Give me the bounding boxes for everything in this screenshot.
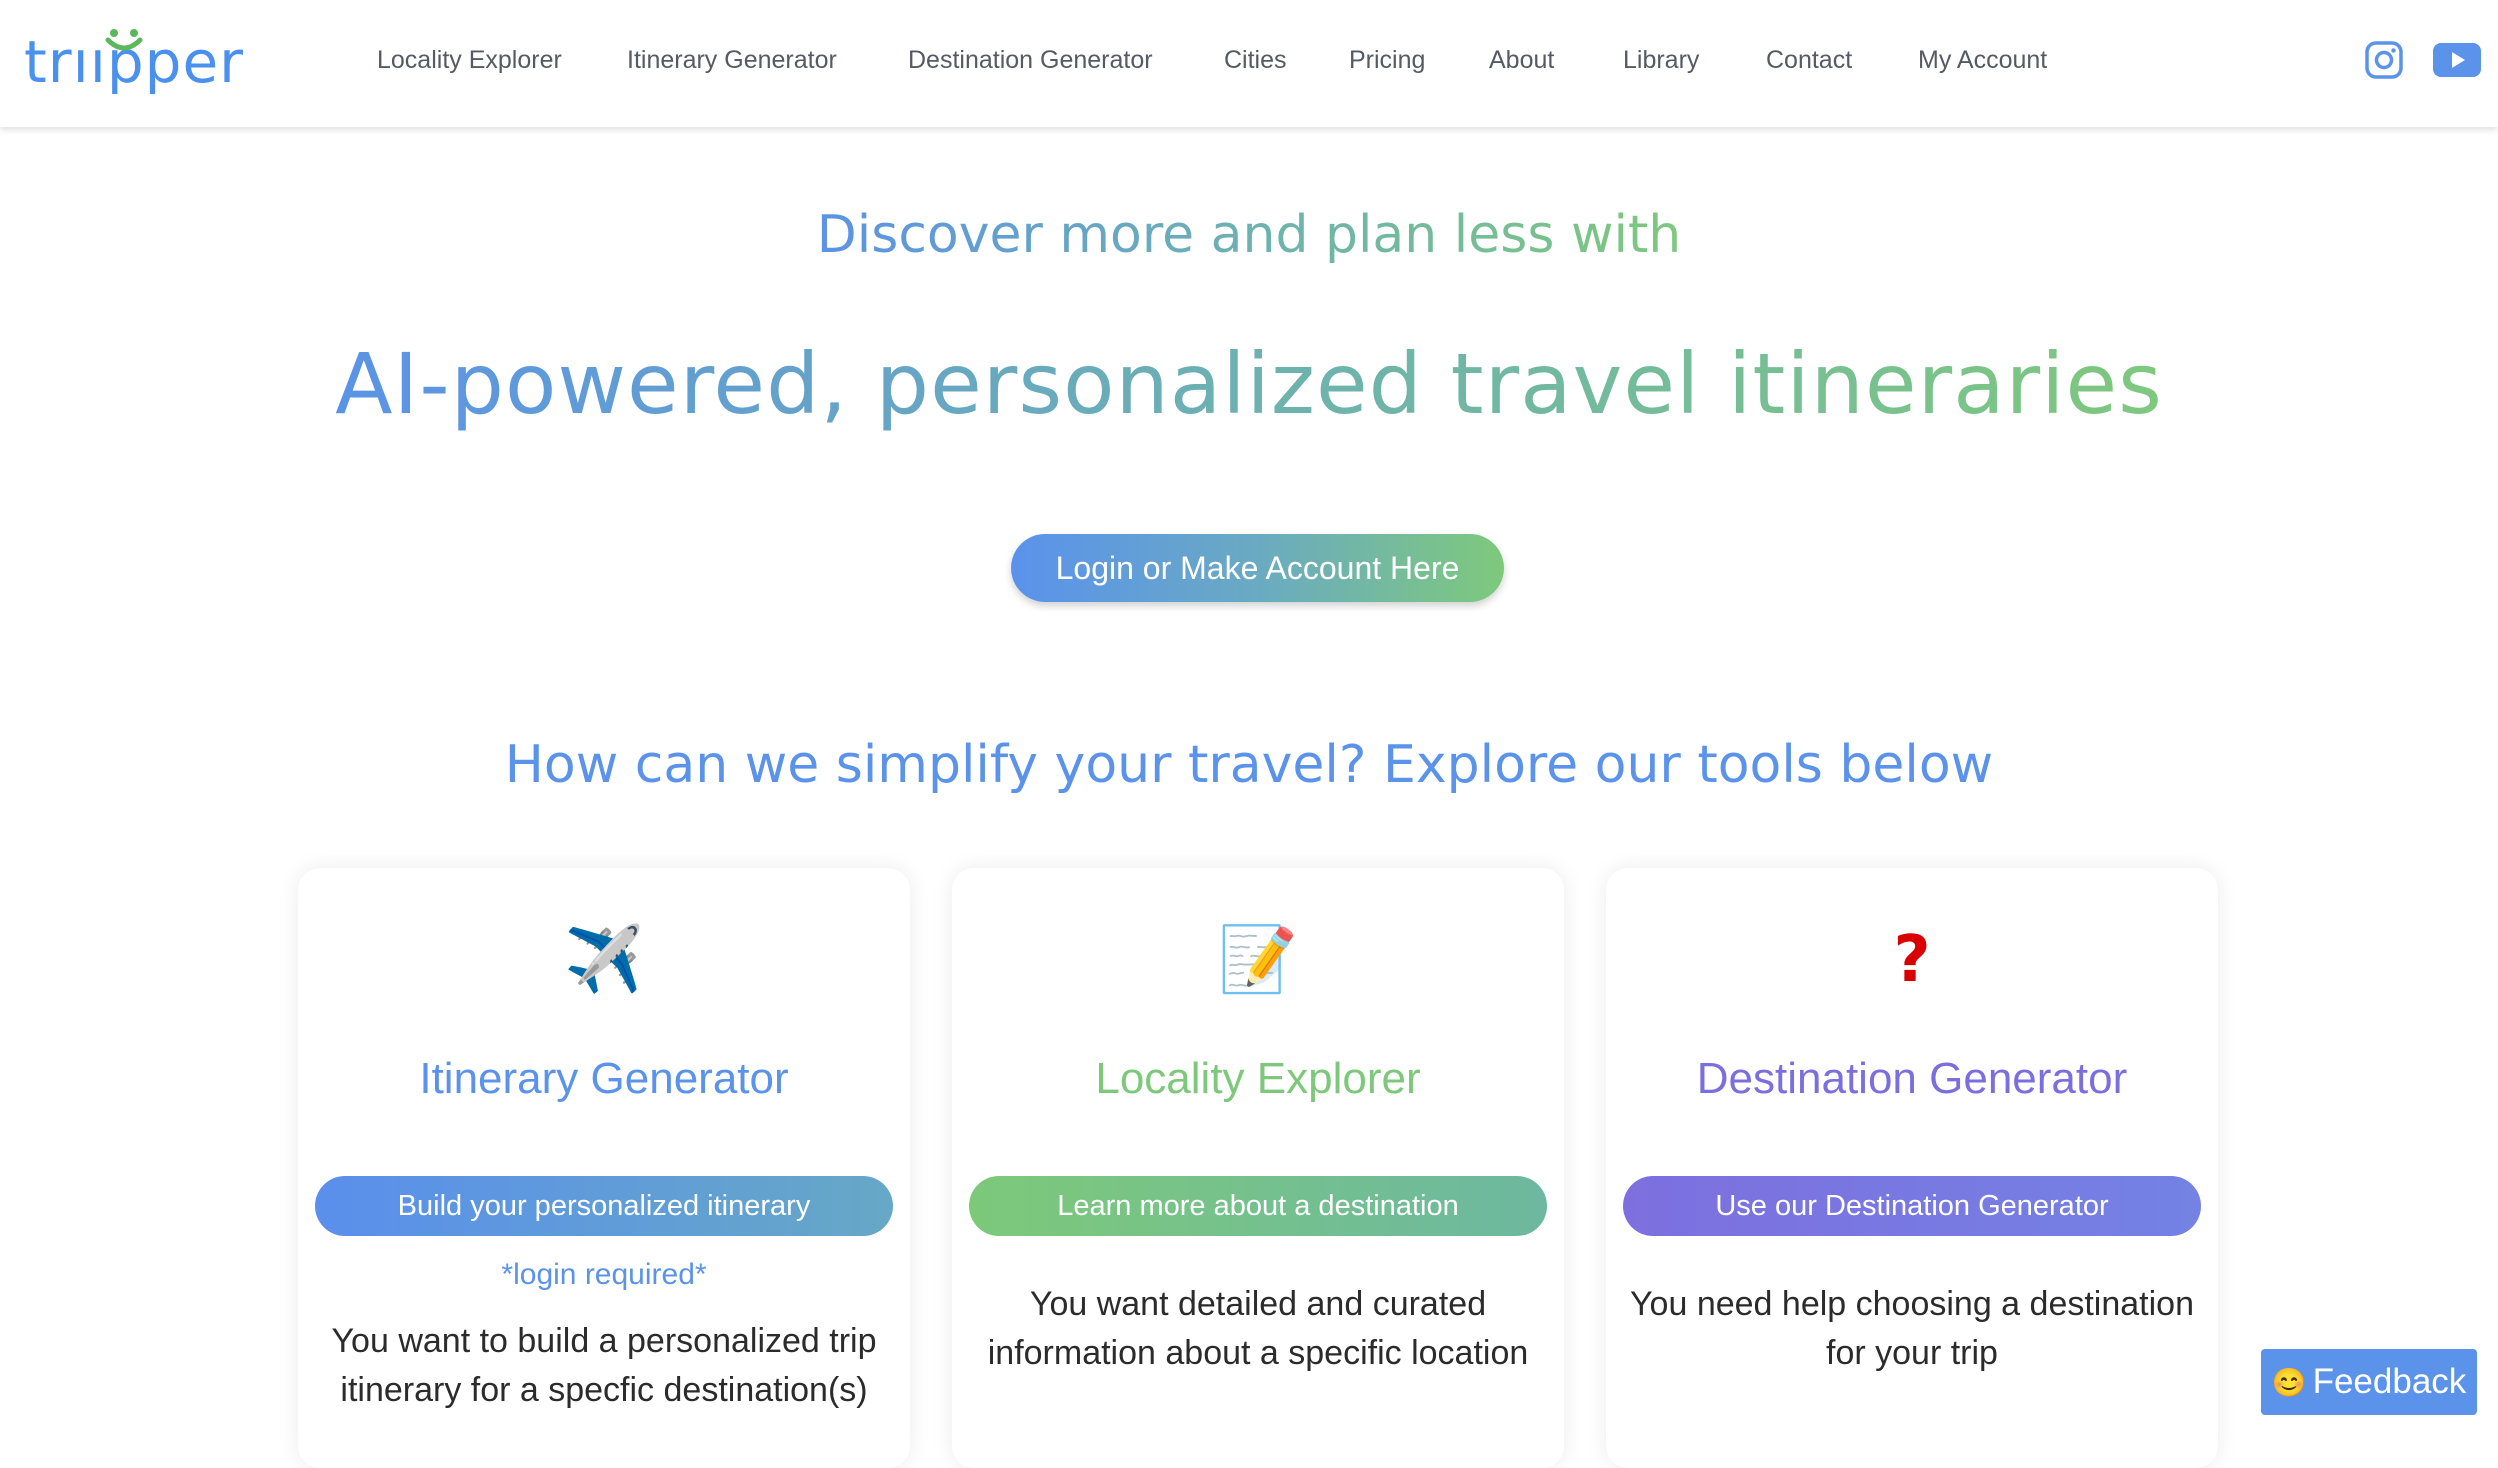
nav-link-my-account[interactable]: My Account: [1918, 46, 2047, 75]
tool-card-locality-explorer: 📝 Locality Explorer Learn more about a d…: [952, 868, 1564, 1468]
hero-title: AI-powered, personalized travel itinerar…: [0, 335, 2498, 433]
feedback-label: Feedback: [2312, 1362, 2467, 1401]
tool-card-itinerary-generator: ✈️ Itinerary Generator Build your person…: [298, 868, 910, 1468]
login-required-note: *login required*: [501, 1258, 707, 1291]
destination-generator-button[interactable]: Use our Destination Generator: [1623, 1176, 2201, 1236]
smile-icon: [105, 29, 143, 51]
youtube-icon: [2433, 43, 2481, 77]
card-description: You need help choosing a destination for…: [1626, 1280, 2198, 1378]
description-line: You need help choosing a destination: [1630, 1285, 2194, 1323]
hero-subtitle: Discover more and plan less with: [0, 205, 2498, 265]
nav-link-about[interactable]: About: [1489, 46, 1554, 75]
card-title: Destination Generator: [1696, 1054, 2128, 1103]
feedback-button[interactable]: 😊 Feedback: [2261, 1349, 2477, 1415]
nav-link-destination-generator[interactable]: Destination Generator: [908, 46, 1153, 75]
learn-destination-button[interactable]: Learn more about a destination: [969, 1176, 1547, 1236]
top-navbar: trııpper Locality Explorer Itinerary Gen…: [0, 0, 2498, 127]
tools-heading: How can we simplify your travel? Explore…: [504, 735, 1994, 795]
description-line: You want to build a personalized trip: [331, 1322, 877, 1360]
nav-link-cities[interactable]: Cities: [1224, 46, 1287, 75]
nav-link-locality-explorer[interactable]: Locality Explorer: [377, 46, 562, 75]
nav-link-contact[interactable]: Contact: [1766, 46, 1852, 75]
tool-card-destination-generator: ? Destination Generator Use our Destinat…: [1606, 868, 2218, 1468]
description-line: for your trip: [1826, 1334, 1998, 1372]
build-itinerary-button[interactable]: Build your personalized itinerary: [315, 1176, 893, 1236]
login-or-signup-button[interactable]: Login or Make Account Here: [1011, 534, 1504, 602]
instagram-link[interactable]: [2364, 40, 2404, 84]
instagram-icon: [2365, 41, 2403, 79]
triipper-logo[interactable]: trııpper: [24, 22, 244, 102]
card-title: Locality Explorer: [1095, 1054, 1421, 1103]
memo-icon: 📝: [1218, 923, 1298, 997]
nav-link-itinerary-generator[interactable]: Itinerary Generator: [627, 46, 837, 75]
description-line: information about a specific location: [987, 1334, 1529, 1372]
description-line: You want detailed and curated: [1029, 1285, 1487, 1323]
description-line: itinerary for a specfic destination(s): [340, 1371, 868, 1409]
hero-title-text: AI-powered, personalized travel itinerar…: [335, 335, 2163, 433]
card-title: Itinerary Generator: [419, 1054, 789, 1103]
airplane-icon: ✈️: [564, 923, 644, 997]
youtube-link[interactable]: [2432, 42, 2482, 82]
smiling-face-icon: 😊: [2271, 1366, 2307, 1398]
nav-link-library[interactable]: Library: [1623, 46, 1699, 75]
hero-subtitle-text: Discover more and plan less with: [816, 205, 1682, 265]
nav-link-pricing[interactable]: Pricing: [1349, 46, 1425, 75]
card-description: You want detailed and curated informatio…: [972, 1280, 1544, 1378]
card-description: You want to build a personalized trip it…: [318, 1317, 890, 1415]
question-mark-icon: ?: [1893, 923, 1931, 997]
